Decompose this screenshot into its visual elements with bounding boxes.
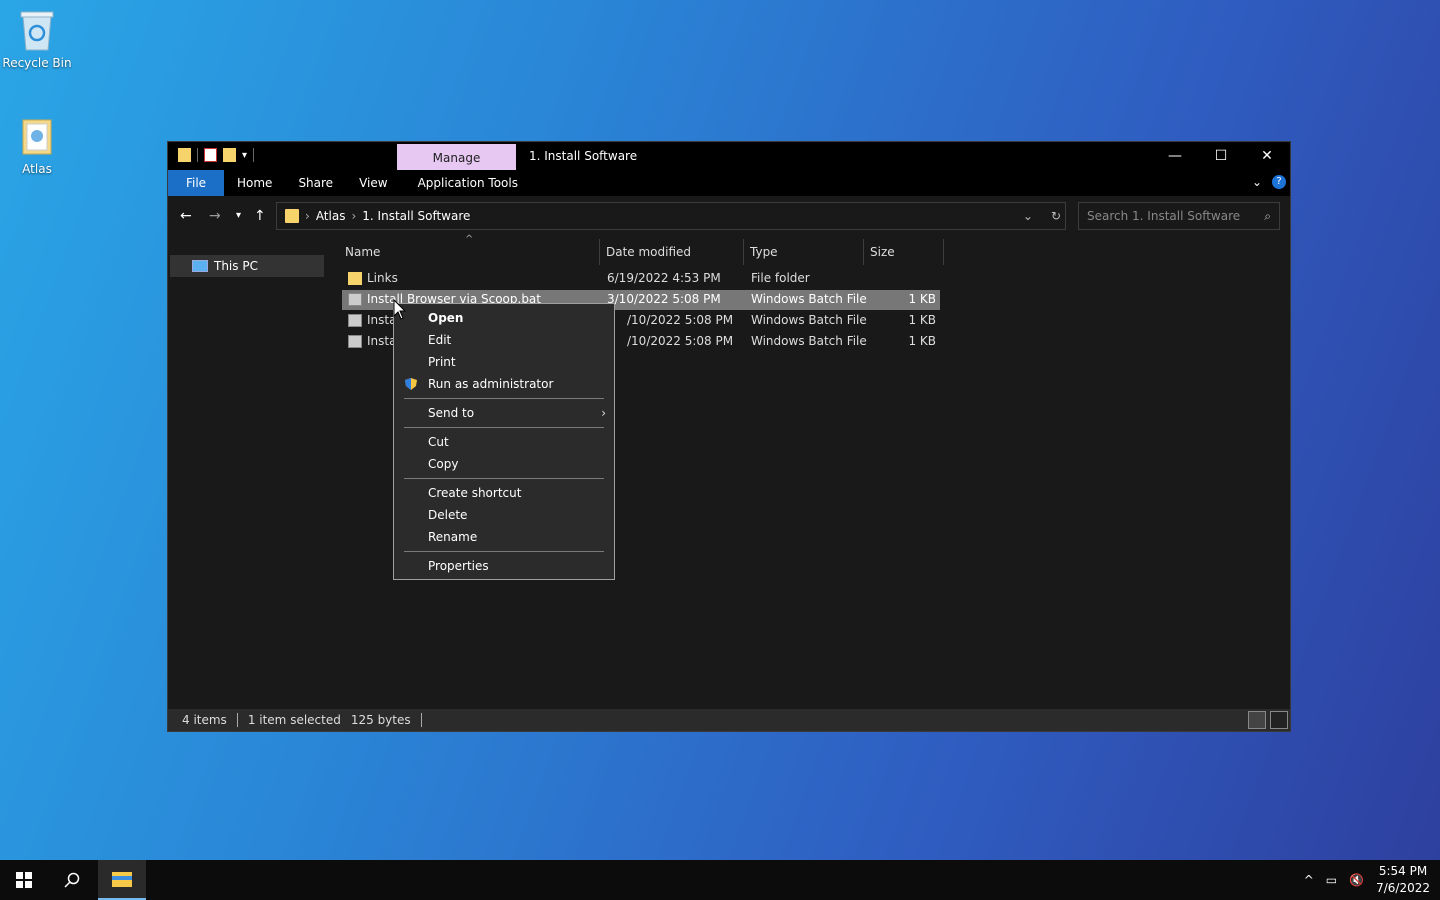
breadcrumb-install-software[interactable]: 1. Install Software — [362, 209, 470, 223]
tab-home[interactable]: Home — [224, 170, 285, 196]
desktop-icon-label: Recycle Bin — [2, 56, 72, 70]
recycle-bin-icon — [17, 8, 57, 52]
search-icon: ⌕ — [1264, 209, 1271, 223]
file-row[interactable]: Links 6/19/2022 4:53 PM File folder — [342, 269, 940, 289]
chevron-right-icon[interactable]: › — [351, 209, 356, 223]
recent-locations-icon[interactable]: ▾ — [236, 210, 241, 221]
taskbar: ^ ▭ 🔇 5:54 PM 7/6/2022 — [0, 860, 1440, 900]
menu-item-edit[interactable]: Edit — [394, 329, 614, 351]
refresh-icon[interactable]: ↻ — [1051, 209, 1061, 223]
windows-logo-icon — [16, 872, 32, 888]
sort-ascending-icon: ^ — [465, 234, 474, 245]
properties-icon[interactable] — [204, 148, 217, 162]
navigation-pane: This PC — [168, 234, 326, 710]
system-tray: ^ ▭ 🔇 5:54 PM 7/6/2022 — [1304, 860, 1430, 900]
status-item-count: 4 items — [182, 713, 227, 727]
quick-access-toolbar: ▾ — [178, 148, 255, 162]
menu-item-cut[interactable]: Cut — [394, 431, 614, 453]
nav-item-this-pc[interactable]: This PC — [170, 255, 324, 277]
computer-icon — [192, 260, 208, 272]
chevron-right-icon: › — [601, 406, 606, 420]
new-folder-icon[interactable] — [223, 148, 236, 162]
batch-file-icon — [348, 293, 362, 306]
search-button[interactable] — [48, 860, 96, 900]
forward-arrow-icon[interactable]: → — [209, 208, 221, 224]
start-button[interactable] — [0, 860, 48, 900]
desktop-icon-recycle-bin[interactable]: Recycle Bin — [0, 8, 74, 70]
context-menu: Open Edit Print Run as administrator Sen… — [393, 303, 615, 580]
menu-item-print[interactable]: Print — [394, 351, 614, 373]
close-button[interactable]: ✕ — [1244, 142, 1290, 170]
folder-icon — [17, 114, 57, 158]
window-title: 1. Install Software — [529, 149, 638, 163]
search-icon — [64, 872, 80, 888]
column-header-type[interactable]: Type — [750, 243, 778, 265]
search-input[interactable]: Search 1. Install Software ⌕ — [1078, 202, 1280, 230]
back-arrow-icon[interactable]: ← — [180, 208, 192, 224]
menu-item-run-as-administrator[interactable]: Run as administrator — [394, 373, 614, 395]
tab-file[interactable]: File — [168, 170, 224, 196]
folder-icon — [285, 209, 299, 223]
help-icon[interactable]: ? — [1272, 175, 1286, 189]
menu-item-create-shortcut[interactable]: Create shortcut — [394, 482, 614, 504]
file-explorer-icon — [112, 872, 132, 887]
desktop-icon-atlas[interactable]: Atlas — [0, 114, 74, 176]
mouse-cursor-icon — [393, 299, 407, 320]
customize-qat-icon[interactable]: ▾ — [242, 150, 247, 161]
batch-file-icon — [348, 314, 362, 327]
batch-file-icon — [348, 335, 362, 348]
menu-item-open[interactable]: Open — [394, 307, 614, 329]
status-bar: 4 items 1 item selected 125 bytes — [168, 709, 1290, 731]
column-header-size[interactable]: Size — [870, 243, 895, 265]
column-header-date-modified[interactable]: Date modified — [606, 243, 691, 265]
menu-item-properties[interactable]: Properties — [394, 555, 614, 577]
tab-application-tools[interactable]: Application Tools — [405, 170, 531, 196]
folder-icon — [348, 272, 362, 285]
chevron-down-icon[interactable]: ⌄ — [1023, 209, 1033, 223]
maximize-button[interactable]: ☐ — [1198, 142, 1244, 170]
tab-share[interactable]: Share — [285, 170, 346, 196]
menu-item-copy[interactable]: Copy — [394, 453, 614, 475]
status-selected: 1 item selected — [247, 713, 341, 727]
menu-item-rename[interactable]: Rename — [394, 526, 614, 548]
status-size: 125 bytes — [350, 713, 411, 727]
menu-item-delete[interactable]: Delete — [394, 504, 614, 526]
volume-muted-icon[interactable]: 🔇 — [1349, 873, 1364, 887]
title-bar: ▾ Manage 1. Install Software — ☐ ✕ — [168, 142, 1290, 172]
uac-shield-icon — [405, 378, 417, 390]
menu-item-send-to[interactable]: Send to › — [394, 402, 614, 424]
folder-icon[interactable] — [178, 148, 191, 162]
details-view-button[interactable] — [1248, 711, 1266, 729]
show-hidden-icons-icon[interactable]: ^ — [1304, 873, 1314, 887]
network-icon[interactable]: ▭ — [1326, 873, 1337, 887]
ribbon-tabs: File Home Share View Application Tools ⌄… — [168, 170, 1290, 196]
column-header-name[interactable]: Name — [345, 243, 380, 265]
tab-manage[interactable]: Manage — [397, 144, 516, 172]
chevron-right-icon[interactable]: › — [305, 209, 310, 223]
tab-view[interactable]: View — [346, 170, 400, 196]
address-bar[interactable]: › Atlas › 1. Install Software ⌄ ↻ — [276, 202, 1066, 230]
address-row: ← → ▾ ↑ › Atlas › 1. Install Software ⌄ … — [168, 200, 1290, 232]
window-controls: — ☐ ✕ — [1152, 142, 1290, 170]
file-explorer-window: ▾ Manage 1. Install Software — ☐ ✕ File … — [167, 141, 1291, 732]
large-icons-view-button[interactable] — [1270, 711, 1288, 729]
expand-ribbon-icon[interactable]: ⌄ — [1252, 175, 1262, 189]
clock[interactable]: 5:54 PM 7/6/2022 — [1376, 863, 1430, 897]
minimize-button[interactable]: — — [1152, 142, 1198, 170]
desktop-icon-label: Atlas — [22, 162, 52, 176]
taskbar-file-explorer[interactable] — [98, 860, 146, 900]
up-arrow-icon[interactable]: ↑ — [254, 208, 266, 224]
breadcrumb-atlas[interactable]: Atlas — [316, 209, 346, 223]
